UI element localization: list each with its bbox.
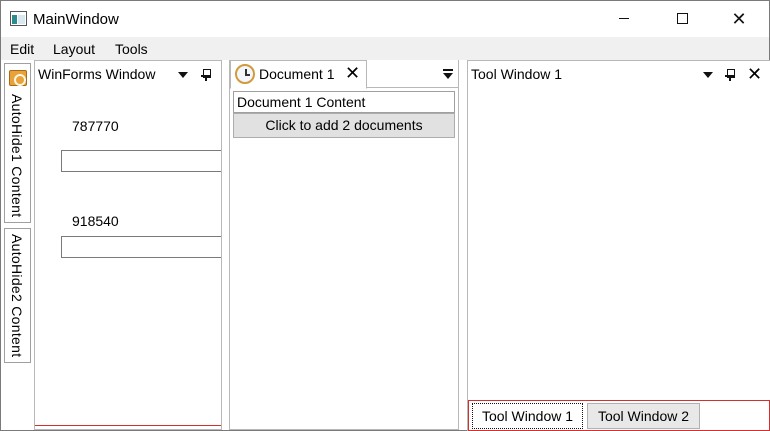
add-documents-button[interactable]: Click to add 2 documents bbox=[233, 113, 455, 138]
tool-window-dropdown-icon[interactable] bbox=[703, 72, 713, 78]
tool-window-pane: Tool Window 1 ✕ Tool Window 1 Tool Windo… bbox=[467, 60, 770, 431]
winforms-pane: WinForms Window 787770 918540 bbox=[34, 60, 222, 430]
close-icon: ✕ bbox=[731, 8, 747, 29]
autohide-side-strip: AutoHide1 Content AutoHide2 Content bbox=[1, 60, 34, 430]
tool-window-title: Tool Window 1 bbox=[471, 66, 563, 82]
window-title: MainWindow bbox=[33, 11, 119, 28]
tool-window-close-icon[interactable]: ✕ bbox=[747, 64, 762, 84]
winforms-field-1-label: 787770 bbox=[72, 118, 119, 134]
app-icon bbox=[10, 11, 27, 26]
winforms-field-1-input[interactable] bbox=[61, 150, 221, 172]
document-content-label: Document 1 Content bbox=[233, 91, 455, 113]
autohide-tab-1-label: AutoHide1 Content bbox=[9, 94, 25, 218]
autohide-icon bbox=[9, 70, 27, 86]
document-tab-close-icon[interactable]: ✕ bbox=[345, 63, 360, 83]
document-tab-1[interactable]: Document 1 ✕ bbox=[230, 60, 367, 89]
menu-bar: Edit Layout Tools bbox=[1, 37, 769, 60]
clock-icon bbox=[235, 64, 255, 84]
menu-tools[interactable]: Tools bbox=[115, 41, 148, 57]
winforms-pin-icon[interactable] bbox=[201, 69, 211, 81]
autohide-tab-2-label: AutoHide2 Content bbox=[9, 234, 25, 358]
minimize-icon bbox=[619, 18, 629, 19]
tool-window-tab-2[interactable]: Tool Window 2 bbox=[587, 403, 700, 429]
maximize-button[interactable] bbox=[659, 1, 705, 36]
document-list-dropdown-icon[interactable] bbox=[443, 69, 453, 79]
main-window: MainWindow ✕ Edit Layout Tools AutoHide1… bbox=[0, 0, 770, 431]
tool-window-tab-1[interactable]: Tool Window 1 bbox=[472, 403, 583, 429]
title-bar[interactable]: MainWindow ✕ bbox=[1, 1, 769, 36]
maximize-icon bbox=[676, 13, 688, 24]
close-button[interactable]: ✕ bbox=[716, 1, 762, 36]
minimize-button[interactable] bbox=[601, 1, 647, 36]
winforms-dropdown-icon[interactable] bbox=[178, 72, 188, 78]
tool-window-tab-strip: Tool Window 1 Tool Window 2 bbox=[468, 400, 770, 431]
autohide-tab-1[interactable]: AutoHide1 Content bbox=[4, 63, 31, 223]
menu-layout[interactable]: Layout bbox=[53, 41, 95, 57]
winforms-focus-indicator bbox=[35, 425, 221, 429]
winforms-field-2-label: 918540 bbox=[72, 213, 119, 229]
winforms-pane-title: WinForms Window bbox=[38, 66, 156, 82]
menu-edit[interactable]: Edit bbox=[10, 41, 34, 57]
winforms-field-2-input[interactable] bbox=[61, 236, 221, 258]
tool-window-pin-icon[interactable] bbox=[725, 69, 735, 81]
document-pane: Document 1 ✕ Document 1 Content Click to… bbox=[229, 60, 459, 430]
autohide-tab-2[interactable]: AutoHide2 Content bbox=[4, 228, 31, 363]
document-tab-1-label: Document 1 bbox=[259, 66, 335, 82]
